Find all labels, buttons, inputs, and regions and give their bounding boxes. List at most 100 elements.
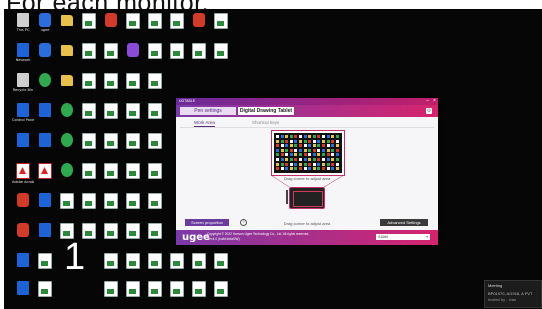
desktop-icon[interactable]: Adobe Acrobat (12, 163, 34, 191)
desktop-icon[interactable] (166, 43, 188, 71)
desktop-icon[interactable] (100, 103, 122, 131)
desktop-icon[interactable] (34, 223, 56, 251)
desktop-icon[interactable] (78, 103, 100, 131)
desktop-icon[interactable] (100, 133, 122, 161)
desktop-icon[interactable] (144, 73, 166, 101)
desktop-icon[interactable] (122, 133, 144, 161)
desktop-icon[interactable] (144, 253, 166, 281)
window-titlebar[interactable]: UGTABLE × – (176, 98, 438, 105)
advanced-settings-button[interactable]: Advanced Settings (380, 219, 428, 226)
desktop-icon[interactable] (56, 163, 78, 191)
desktop-icon[interactable] (100, 73, 122, 101)
info-icon[interactable]: ? (240, 219, 247, 226)
desktop-icon[interactable] (188, 253, 210, 281)
desktop-icon[interactable] (122, 281, 144, 309)
desktop-icon[interactable]: Recycle Bin (12, 73, 34, 101)
doc-file-icon (126, 13, 140, 29)
desktop-icon[interactable] (34, 103, 56, 131)
desktop-icon[interactable] (166, 281, 188, 309)
desktop-icon[interactable] (122, 253, 144, 281)
close-icon[interactable]: × (431, 98, 438, 105)
gear-icon[interactable]: ⚙ (426, 108, 432, 114)
doc-file-icon (126, 73, 140, 89)
desktop-icon[interactable] (34, 193, 56, 221)
desktop-icon[interactable] (78, 13, 100, 41)
desktop-icon[interactable] (100, 193, 122, 221)
desktop-icon[interactable] (210, 43, 232, 71)
doc-file-icon (82, 193, 96, 209)
subtab-shortcut-keys[interactable]: Shortcut keys (252, 119, 279, 126)
desktop-icon[interactable] (122, 13, 144, 41)
desktop-icon[interactable] (122, 43, 144, 71)
desktop-icon[interactable] (56, 193, 78, 221)
desktop-icon[interactable]: This PC (12, 13, 34, 41)
desktop-icon[interactable] (144, 281, 166, 309)
desktop-icon[interactable] (210, 253, 232, 281)
desktop-icon[interactable] (34, 43, 56, 71)
desktop-icon[interactable] (100, 281, 122, 309)
desktop-icon[interactable] (34, 253, 56, 281)
doc-file-icon (82, 163, 96, 179)
tablet-active-area[interactable] (293, 191, 323, 207)
subtab-work-area[interactable]: Work Area (194, 119, 215, 127)
desktop-icon[interactable] (56, 13, 78, 41)
desktop-icon[interactable] (12, 133, 34, 161)
desktop-icon[interactable] (144, 163, 166, 191)
desktop-icon[interactable] (78, 163, 100, 191)
desktop-icon[interactable] (210, 281, 232, 309)
desktop-icon[interactable] (12, 193, 34, 221)
desktop-icon[interactable] (56, 133, 78, 161)
desktop-icon[interactable] (34, 133, 56, 161)
desktop-icon[interactable] (56, 103, 78, 131)
desktop-icon[interactable] (56, 43, 78, 71)
desktop-icon[interactable]: Network (12, 43, 34, 71)
desktop-icon[interactable]: ugee (34, 13, 56, 41)
blue-file-icon (39, 193, 51, 207)
tab-pen-settings[interactable]: Pen settings (180, 107, 236, 115)
desktop-icon[interactable] (34, 281, 56, 309)
tab-digital-drawing-tablet[interactable]: Digital Drawing Tablet (238, 107, 294, 115)
desktop-icon[interactable] (188, 13, 210, 41)
desktop-icon[interactable] (188, 43, 210, 71)
desktop-icon[interactable] (100, 43, 122, 71)
desktop-icon[interactable] (144, 103, 166, 131)
red-file-icon (105, 13, 117, 27)
desktop-icon[interactable] (122, 223, 144, 251)
device-select[interactable]: S1060 ▾ (376, 234, 430, 240)
desktop-icon[interactable] (144, 43, 166, 71)
desktop-icon[interactable] (12, 223, 34, 251)
desktop-icon[interactable] (100, 13, 122, 41)
notification-toast[interactable]: Meeting BP01970, A/1918, A PVT Invited b… (484, 280, 542, 308)
desktop-icon[interactable] (210, 13, 232, 41)
desktop-icon[interactable] (100, 223, 122, 251)
desktop-icon[interactable] (122, 103, 144, 131)
desktop-icon[interactable] (122, 193, 144, 221)
desktop-icon[interactable] (144, 13, 166, 41)
desktop-icon[interactable] (34, 73, 56, 101)
tablet-area-preview[interactable] (289, 187, 325, 209)
blue-file-icon (17, 103, 29, 117)
desktop-icon[interactable] (100, 163, 122, 191)
screen-proportion-button[interactable]: Screen proportion (185, 219, 229, 226)
desktop-icon[interactable] (100, 253, 122, 281)
doc-file-icon (170, 43, 184, 59)
desktop-icon[interactable] (78, 193, 100, 221)
desktop-icon[interactable] (144, 133, 166, 161)
desktop-icon[interactable] (12, 253, 34, 281)
desktop-icon[interactable] (166, 253, 188, 281)
desktop-icon[interactable] (78, 73, 100, 101)
desktop-icon[interactable] (12, 281, 34, 309)
minimize-icon[interactable]: – (424, 98, 431, 105)
desktop-icon[interactable] (166, 13, 188, 41)
desktop-icon[interactable] (122, 163, 144, 191)
notification-title: Meeting (488, 283, 503, 288)
desktop-icon[interactable] (56, 73, 78, 101)
desktop-icon[interactable]: Control Panel (12, 103, 34, 131)
desktop-icon[interactable] (78, 133, 100, 161)
desktop-icon[interactable] (188, 281, 210, 309)
desktop-icon[interactable] (122, 73, 144, 101)
desktop-icon[interactable] (144, 193, 166, 221)
desktop-icon[interactable] (144, 223, 166, 251)
desktop-icon[interactable] (34, 163, 56, 191)
desktop-icon[interactable] (78, 43, 100, 71)
